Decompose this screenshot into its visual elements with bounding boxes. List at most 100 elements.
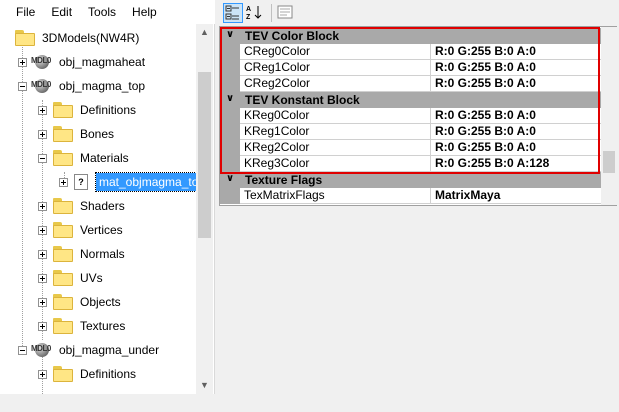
property-row[interactable]: KReg1Color R:0 G:255 B:0 A:0 (220, 124, 601, 140)
scroll-thumb[interactable] (603, 151, 615, 173)
folder-icon (53, 294, 73, 310)
expand-icon[interactable] (38, 105, 47, 115)
tree-node-label: 3DModels(NW4R) (42, 31, 140, 45)
folder-icon (53, 102, 73, 118)
property-name: CReg1Color (240, 60, 431, 76)
tree-node-label: obj_magmaheat (59, 55, 146, 69)
model-icon: MDL0 (31, 77, 53, 95)
menu-tools[interactable]: Tools (80, 0, 124, 24)
tree-node-folder[interactable]: Materials (38, 146, 129, 170)
expand-icon[interactable] (38, 297, 47, 307)
expand-icon[interactable] (38, 201, 47, 211)
property-grid[interactable]: ∨ TEV Color Block CReg0Color R:0 G:255 B… (219, 26, 617, 206)
folder-icon (53, 198, 73, 214)
property-name: TexMatrixFlags (240, 188, 431, 204)
tree-node-folder[interactable]: Vertices (38, 218, 123, 242)
property-value[interactable]: R:0 G:255 B:0 A:0 (431, 124, 601, 140)
collapse-chevron-icon[interactable]: ∨ (226, 29, 234, 40)
model-icon: MDL0 (31, 341, 53, 359)
expand-icon[interactable] (18, 57, 27, 67)
unknown-file-icon: ? (74, 174, 88, 190)
property-row[interactable]: KReg3Color R:0 G:255 B:0 A:128 (220, 156, 601, 172)
property-row[interactable]: KReg2Color R:0 G:255 B:0 A:0 (220, 140, 601, 156)
tree-node-folder[interactable]: Shaders (38, 194, 125, 218)
svg-text:Z: Z (246, 14, 251, 21)
property-row[interactable]: KReg0Color R:0 G:255 B:0 A:0 (220, 108, 601, 124)
property-value[interactable]: MatrixMaya (431, 188, 601, 204)
menu-bar: File Edit Tools Help (0, 0, 215, 24)
tree-node-root[interactable]: 3DModels(NW4R) (0, 26, 139, 50)
alphabetical-sort-icon: A Z (246, 6, 262, 21)
expand-icon[interactable] (38, 225, 47, 235)
property-row[interactable]: TexMatrixFlags MatrixMaya (220, 188, 601, 204)
folder-icon (53, 222, 73, 238)
property-pages-icon (277, 5, 293, 19)
collapse-icon[interactable] (18, 345, 27, 355)
folder-icon (53, 366, 73, 382)
tree-node-label: obj_magma_under (59, 343, 160, 357)
menu-file[interactable]: File (0, 0, 43, 24)
tree-node-model[interactable]: MDL0 obj_magma_under (18, 338, 159, 362)
expand-icon[interactable] (38, 129, 47, 139)
property-value[interactable]: R:0 G:255 B:0 A:0 (431, 76, 601, 92)
expand-icon[interactable] (38, 249, 47, 259)
category-row[interactable]: ∨ TEV Color Block (220, 28, 601, 44)
categorized-icon (225, 5, 239, 20)
property-value[interactable]: R:0 G:255 B:0 A:0 (431, 44, 601, 60)
property-row[interactable]: CReg1Color R:0 G:255 B:0 A:0 (220, 60, 601, 76)
tree-node-folder[interactable]: Definitions (38, 362, 136, 386)
category-label: Texture Flags (245, 173, 323, 187)
property-row[interactable]: CReg0Color R:0 G:255 B:0 A:0 (220, 44, 601, 60)
property-value[interactable]: R:0 G:255 B:0 A:0 (431, 140, 601, 156)
tree-node-folder[interactable]: Definitions (38, 98, 136, 122)
resource-tree[interactable]: 3DModels(NW4R) MDL0 obj_magmaheat MDL0 o… (0, 24, 215, 394)
tree-node-folder[interactable]: Objects (38, 290, 121, 314)
tree-node-model[interactable]: MDL0 obj_magma_top (18, 74, 145, 98)
scroll-down-icon[interactable]: ▼ (196, 377, 213, 394)
tree-node-label: Textures (80, 319, 126, 333)
category-row[interactable]: ∨ Texture Flags (220, 172, 601, 188)
tree-node-model[interactable]: MDL0 obj_magmaheat (18, 50, 145, 74)
collapse-chevron-icon[interactable]: ∨ (226, 93, 234, 104)
property-name: CReg0Color (240, 44, 431, 60)
scroll-thumb[interactable] (198, 72, 211, 238)
property-pages-button[interactable] (276, 3, 296, 23)
folder-icon (53, 126, 73, 142)
model-icon: MDL0 (31, 53, 53, 71)
tree-node-folder[interactable]: Normals (38, 242, 125, 266)
property-row[interactable]: CReg2Color R:0 G:255 B:0 A:0 (220, 76, 601, 92)
category-row[interactable]: ∨ TEV Konstant Block (220, 92, 601, 108)
menu-help[interactable]: Help (124, 0, 165, 24)
property-value[interactable]: R:0 G:255 B:0 A:128 (431, 156, 601, 172)
collapse-icon[interactable] (18, 81, 27, 91)
property-name: KReg1Color (240, 124, 431, 140)
expand-icon[interactable] (38, 369, 47, 379)
property-toolbar: A Z (219, 0, 619, 26)
toolbar-separator (271, 4, 272, 22)
tree-node-label: Vertices (80, 223, 123, 237)
property-value[interactable]: R:0 G:255 B:0 A:0 (431, 60, 601, 76)
tree-node-label-selected: mat_objmagma_top (94, 172, 210, 192)
tree-scrollbar[interactable]: ▲ ▼ (196, 24, 213, 394)
menu-edit[interactable]: Edit (43, 0, 80, 24)
tree-node-folder[interactable]: Bones (38, 122, 114, 146)
collapse-icon[interactable] (38, 153, 47, 163)
grid-scrollbar[interactable] (601, 27, 617, 205)
tree-node-folder[interactable]: Textures (38, 314, 125, 338)
categorized-button[interactable] (223, 3, 243, 23)
alphabetical-button[interactable]: A Z (245, 3, 265, 23)
expand-icon[interactable] (38, 273, 47, 283)
property-value[interactable]: R:0 G:255 B:0 A:0 (431, 108, 601, 124)
expand-icon[interactable] (38, 321, 47, 331)
collapse-chevron-icon[interactable]: ∨ (226, 173, 234, 184)
tree-node-label: Materials (80, 151, 129, 165)
folder-icon (53, 270, 73, 286)
tree-node-folder[interactable]: UVs (38, 266, 103, 290)
tree-node-label: obj_magma_top (59, 79, 146, 93)
expand-icon[interactable] (59, 177, 68, 187)
tree-node-material[interactable]: ? mat_objmagma_top (59, 170, 210, 194)
property-name: KReg0Color (240, 108, 431, 124)
tree-bottom-bar (0, 394, 215, 412)
tree-node-label: Definitions (80, 367, 137, 381)
scroll-up-icon[interactable]: ▲ (196, 24, 213, 41)
